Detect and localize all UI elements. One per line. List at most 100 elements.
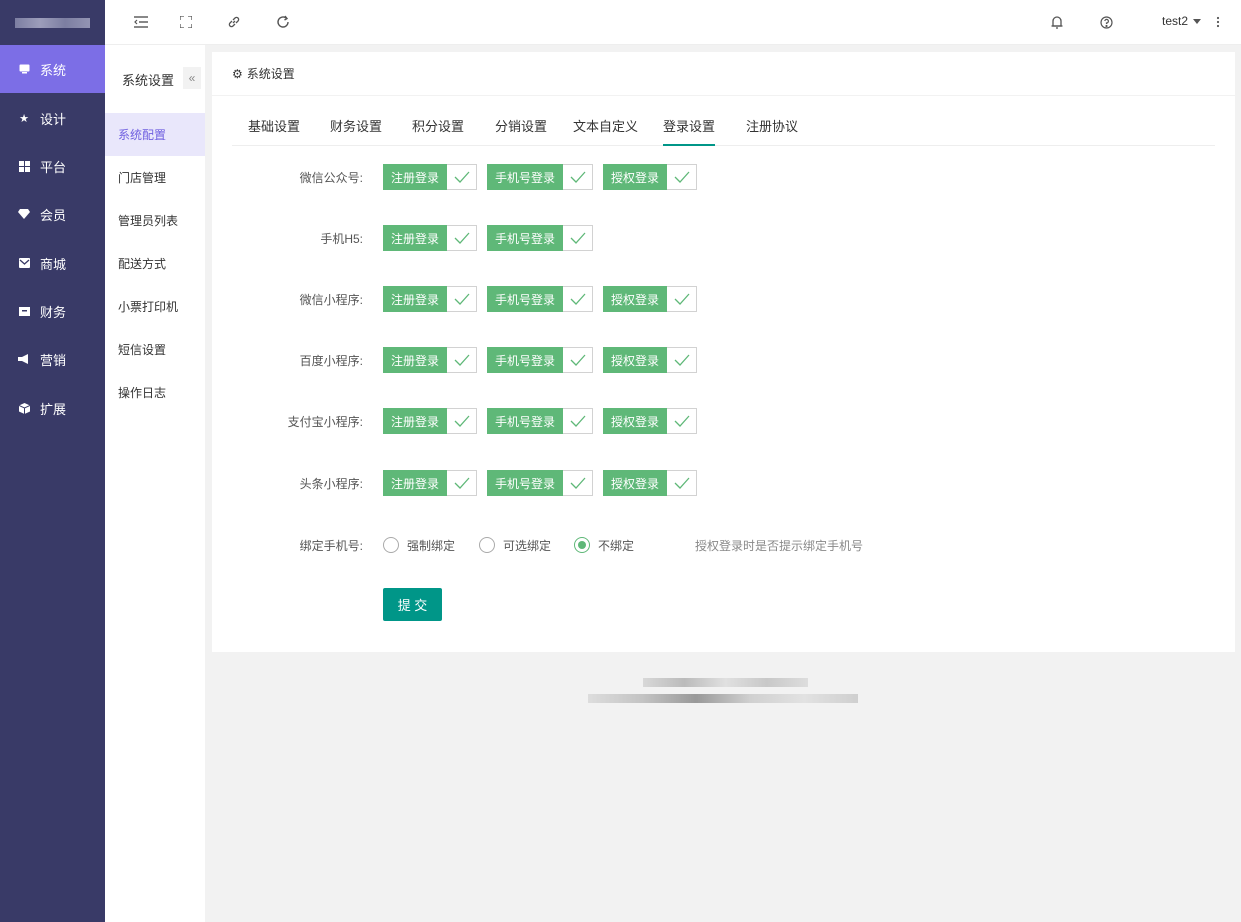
check-icon [447, 225, 478, 251]
bell-icon[interactable] [1048, 13, 1066, 31]
checkbox-label: 手机号登录 [487, 286, 564, 312]
check-icon [447, 164, 478, 190]
submenu-title: 系统设置 « [105, 45, 205, 113]
checkbox-register-login[interactable]: 注册登录 [383, 408, 478, 434]
logo-image [15, 17, 90, 28]
radio-force-bind[interactable]: 强制绑定 [383, 532, 455, 558]
radio-label: 强制绑定 [407, 538, 456, 553]
sidebar-item-mall[interactable]: 商城 [0, 239, 105, 287]
sidebar-item-label: 营销 [40, 352, 67, 368]
check-icon [563, 286, 594, 312]
form-row-bind-phone: 绑定手机号: 强制绑定 可选绑定 不绑定 授权登录时是否提示绑定手机号 [212, 532, 1235, 558]
radio-circle [383, 537, 399, 553]
row-label: 微信小程序: [299, 293, 363, 307]
tab-login[interactable]: 登录设置 [663, 116, 716, 146]
check-icon [447, 347, 478, 373]
star-icon: ★ [19, 112, 29, 125]
submenu-item-sms[interactable]: 短信设置 [105, 328, 205, 371]
sidebar-item-extend[interactable]: 扩展 [0, 384, 105, 432]
bind-phone-hint: 授权登录时是否提示绑定手机号 [695, 539, 864, 553]
main-sidebar: 系统 ★ 设计 平台 会员 商城 财务 营销 扩展 [0, 0, 105, 922]
form-row-wechat-mp: 微信公众号: 注册登录 手机号登录 授权登录 [212, 164, 1235, 190]
checkbox-phone-login[interactable]: 手机号登录 [487, 225, 594, 251]
checkbox-phone-login[interactable]: 手机号登录 [487, 408, 594, 434]
submit-button[interactable]: 提 交 [383, 588, 442, 621]
sidebar-item-marketing[interactable]: 营销 [0, 335, 105, 383]
checkbox-auth-login[interactable]: 授权登录 [603, 286, 698, 312]
row-label: 百度小程序: [299, 354, 363, 368]
submenu-item-printer[interactable]: 小票打印机 [105, 285, 205, 328]
menu-fold-icon[interactable] [132, 13, 150, 31]
tab-agreement[interactable]: 注册协议 [746, 116, 798, 146]
checkbox-label: 注册登录 [383, 225, 448, 251]
checkbox-auth-login[interactable]: 授权登录 [603, 408, 698, 434]
form-row-alipay-miniapp: 支付宝小程序: 注册登录 手机号登录 授权登录 [212, 408, 1235, 434]
tab-custom-text[interactable]: 文本自定义 [573, 116, 638, 146]
checkbox-auth-login[interactable]: 授权登录 [603, 164, 698, 190]
card-title-text: 系统设置 [246, 67, 295, 81]
radio-optional-bind[interactable]: 可选绑定 [479, 532, 551, 558]
gear-icon: ⚙ [232, 66, 243, 81]
sidebar-item-system[interactable]: 系统 [0, 45, 105, 93]
checkbox-register-login[interactable]: 注册登录 [383, 286, 478, 312]
tab-distribution[interactable]: 分销设置 [495, 116, 547, 146]
footer-line [643, 678, 808, 687]
check-icon [667, 470, 698, 496]
sidebar-item-label: 平台 [40, 159, 67, 175]
link-icon[interactable] [225, 13, 243, 31]
checkbox-phone-login[interactable]: 手机号登录 [487, 164, 594, 190]
sidebar-item-finance[interactable]: 财务 [0, 287, 105, 335]
check-icon [447, 470, 478, 496]
checkbox-label: 手机号登录 [487, 225, 564, 251]
fullscreen-icon[interactable] [177, 13, 195, 31]
checkbox-label: 手机号登录 [487, 347, 564, 373]
checkbox-label: 授权登录 [603, 286, 668, 312]
tab-points[interactable]: 积分设置 [412, 116, 464, 146]
check-icon [667, 347, 698, 373]
logo[interactable] [0, 0, 105, 45]
check-icon [563, 347, 594, 373]
radio-circle [574, 537, 590, 553]
sidebar-item-member[interactable]: 会员 [0, 190, 105, 238]
checkbox-label: 注册登录 [383, 408, 448, 434]
checkbox-phone-login[interactable]: 手机号登录 [487, 470, 594, 496]
submenu-item-admins[interactable]: 管理员列表 [105, 199, 205, 242]
tab-basic[interactable]: 基础设置 [248, 116, 300, 146]
check-icon [667, 286, 698, 312]
row-label: 支付宝小程序: [287, 415, 363, 429]
submenu-item-store[interactable]: 门店管理 [105, 156, 205, 199]
collapse-icon[interactable]: « [183, 67, 201, 89]
sidebar-item-platform[interactable]: 平台 [0, 142, 105, 190]
mail-icon [18, 257, 30, 269]
checkbox-auth-login[interactable]: 授权登录 [603, 347, 698, 373]
checkbox-register-login[interactable]: 注册登录 [383, 347, 478, 373]
submenu-item-delivery[interactable]: 配送方式 [105, 242, 205, 285]
check-icon [563, 470, 594, 496]
checkbox-phone-login[interactable]: 手机号登录 [487, 286, 594, 312]
submenu-item-system-config[interactable]: 系统配置 [105, 113, 205, 156]
checkbox-register-login[interactable]: 注册登录 [383, 470, 478, 496]
checkbox-label: 授权登录 [603, 470, 668, 496]
submenu-item-logs[interactable]: 操作日志 [105, 371, 205, 414]
checkbox-label: 授权登录 [603, 408, 668, 434]
help-icon[interactable] [1097, 13, 1115, 31]
settings-card: ⚙ 系统设置 基础设置 财务设置 积分设置 分销设置 文本自定义 登录设置 注册… [212, 52, 1235, 652]
refresh-icon[interactable] [274, 13, 292, 31]
checkbox-register-login[interactable]: 注册登录 [383, 225, 478, 251]
user-menu[interactable]: test2 [1162, 14, 1201, 28]
tab-finance[interactable]: 财务设置 [330, 116, 382, 146]
sidebar-item-design[interactable]: ★ 设计 [0, 94, 105, 142]
checkbox-phone-login[interactable]: 手机号登录 [487, 347, 594, 373]
sidebar-item-label: 商城 [40, 256, 67, 272]
settings-tabs: 基础设置 财务设置 积分设置 分销设置 文本自定义 登录设置 注册协议 [232, 110, 1215, 146]
checkbox-auth-login[interactable]: 授权登录 [603, 470, 698, 496]
row-label: 微信公众号: [299, 171, 363, 185]
sidebar-item-label: 扩展 [40, 401, 67, 417]
more-icon[interactable] [1209, 13, 1227, 31]
row-label: 手机H5: [320, 232, 363, 246]
form-row-baidu-miniapp: 百度小程序: 注册登录 手机号登录 授权登录 [212, 347, 1235, 373]
caret-down-icon [1193, 19, 1201, 25]
megaphone-icon [18, 353, 30, 365]
radio-no-bind[interactable]: 不绑定 [574, 532, 634, 558]
checkbox-register-login[interactable]: 注册登录 [383, 164, 478, 190]
